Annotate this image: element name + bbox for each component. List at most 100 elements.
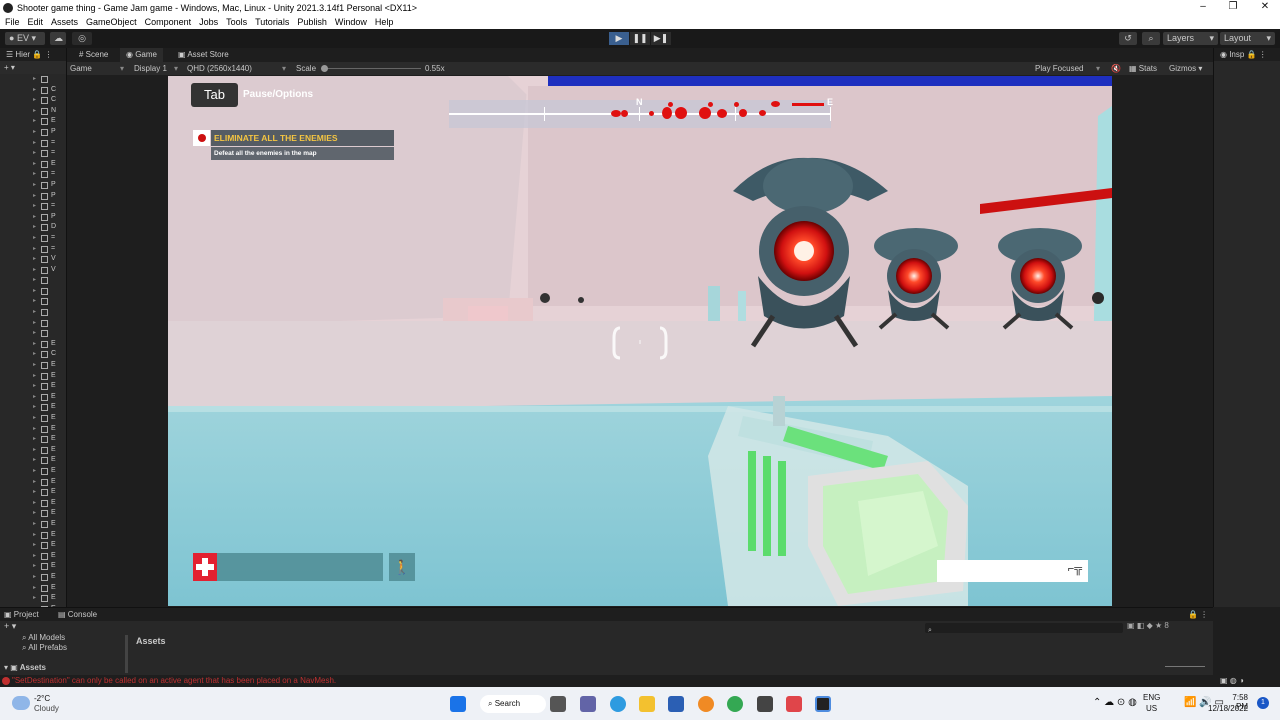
menu-component[interactable]: Component [145, 17, 192, 27]
hierarchy-row[interactable]: ▸ [0, 74, 66, 85]
hierarchy-row[interactable]: ▸E [0, 159, 66, 170]
layers-dropdown[interactable]: Layers ▾ [1163, 32, 1218, 45]
task-view-icon[interactable] [550, 696, 566, 712]
expand-arrow-icon[interactable]: ▸ [33, 318, 36, 328]
expand-arrow-icon[interactable]: ▸ [33, 233, 36, 243]
expand-arrow-icon[interactable]: ▸ [33, 349, 36, 359]
menu-gameobject[interactable]: GameObject [86, 17, 137, 27]
hierarchy-row[interactable]: ▸E [0, 455, 66, 466]
hierarchy-row[interactable]: ▸ D [0, 222, 66, 233]
unity-hub-icon[interactable] [757, 696, 773, 712]
menu-tools[interactable]: Tools [226, 17, 247, 27]
hierarchy-row[interactable]: ▸E [0, 487, 66, 498]
expand-arrow-icon[interactable]: ▸ [33, 455, 36, 465]
account-dropdown[interactable]: ● EV ▾ [5, 32, 45, 45]
unity-editor-icon[interactable] [815, 696, 831, 712]
console-status-bar[interactable]: "SetDestination" can only be called on a… [0, 675, 1280, 687]
expand-arrow-icon[interactable]: ▸ [33, 424, 36, 434]
hierarchy-row[interactable]: ▸E [0, 593, 66, 604]
expand-arrow-icon[interactable]: ▸ [33, 180, 36, 190]
icon-size-slider[interactable] [1165, 666, 1205, 667]
expand-arrow-icon[interactable]: ▸ [33, 530, 36, 540]
tab-asset-store[interactable]: ▣ Asset Store [172, 48, 235, 62]
expand-arrow-icon[interactable]: ▸ [33, 508, 36, 518]
notification-badge[interactable]: 1 [1257, 697, 1269, 709]
pause-button[interactable]: ❚❚ [630, 32, 650, 45]
hierarchy-row[interactable]: ▸ = [0, 169, 66, 180]
clock-date[interactable]: 12/18/2022 [1208, 704, 1248, 713]
assets-root-folder[interactable]: ▾ ▣ Assets [4, 663, 124, 672]
expand-arrow-icon[interactable]: ▸ [33, 328, 36, 338]
expand-arrow-icon[interactable]: ▸ [33, 265, 36, 275]
create-button[interactable]: + ▾ [4, 63, 15, 72]
hierarchy-row[interactable]: ▸ = [0, 138, 66, 149]
hierarchy-row[interactable]: ▸E [0, 466, 66, 477]
store-icon[interactable] [668, 696, 684, 712]
expand-arrow-icon[interactable]: ▸ [33, 551, 36, 561]
hierarchy-row[interactable]: ▸ = [0, 233, 66, 244]
menu-edit[interactable]: Edit [28, 17, 44, 27]
minimize-button[interactable]: – [1188, 0, 1218, 15]
expand-arrow-icon[interactable]: ▸ [33, 392, 36, 402]
play-focused-dropdown[interactable]: Play Focused [1035, 62, 1083, 75]
expand-arrow-icon[interactable]: ▸ [33, 106, 36, 116]
expand-arrow-icon[interactable]: ▸ [33, 159, 36, 169]
expand-arrow-icon[interactable]: ▸ [33, 244, 36, 254]
hierarchy-row[interactable]: ▸ N [0, 106, 66, 117]
cloud-icon[interactable]: ☁ [50, 32, 66, 45]
menu-file[interactable]: File [5, 17, 20, 27]
hierarchy-row[interactable]: ▸E [0, 572, 66, 583]
maximize-button[interactable]: ❐ [1218, 0, 1248, 15]
hierarchy-row[interactable]: ▸ [0, 307, 66, 318]
resolution-dropdown[interactable]: QHD (2560x1440) [187, 62, 252, 75]
hierarchy-row[interactable]: ▸ V [0, 254, 66, 265]
expand-arrow-icon[interactable]: ▸ [33, 445, 36, 455]
expand-arrow-icon[interactable]: ▸ [33, 254, 36, 264]
expand-arrow-icon[interactable]: ▸ [33, 402, 36, 412]
hierarchy-row[interactable]: ▸ P [0, 180, 66, 191]
hierarchy-row[interactable]: ▸E [0, 445, 66, 456]
hierarchy-row[interactable]: ▸ [0, 275, 66, 286]
expand-arrow-icon[interactable]: ▸ [33, 381, 36, 391]
hierarchy-row[interactable]: ▸E [0, 540, 66, 551]
expand-arrow-icon[interactable]: ▸ [33, 127, 36, 137]
close-button[interactable]: ✕ [1250, 0, 1280, 15]
expand-arrow-icon[interactable]: ▸ [33, 519, 36, 529]
step-button[interactable]: ▶❚ [651, 32, 671, 45]
scale-slider-handle[interactable] [321, 65, 328, 72]
expand-arrow-icon[interactable]: ▸ [33, 498, 36, 508]
hierarchy-row[interactable]: ▸ P [0, 191, 66, 202]
menu-jobs[interactable]: Jobs [199, 17, 218, 27]
tab-game[interactable]: ◉ Game [120, 48, 163, 62]
expand-arrow-icon[interactable]: ▸ [33, 561, 36, 571]
expand-arrow-icon[interactable]: ▸ [33, 138, 36, 148]
expand-arrow-icon[interactable]: ▸ [33, 339, 36, 349]
hierarchy-row[interactable]: ▸ P [0, 212, 66, 223]
favorite-all-models[interactable]: ⌕ All Models [22, 633, 65, 643]
expand-arrow-icon[interactable]: ▸ [33, 466, 36, 476]
expand-arrow-icon[interactable]: ▸ [33, 487, 36, 497]
hierarchy-row[interactable]: ▸E [0, 561, 66, 572]
hierarchy-row[interactable]: ▸ C [0, 85, 66, 96]
game-viewport[interactable]: Tab Pause/Options ELIMINATE ALL THE ENEM… [168, 76, 1112, 606]
inspector-tab[interactable]: ◉ Insp 🔒 ⋮ [1214, 48, 1280, 61]
teams-icon[interactable] [580, 696, 596, 712]
hierarchy-row[interactable]: ▸E [0, 434, 66, 445]
hierarchy-row[interactable]: ▸ = [0, 244, 66, 255]
weather-temp[interactable]: -2°C [34, 694, 50, 703]
hierarchy-row[interactable]: ▸E [0, 392, 66, 403]
expand-arrow-icon[interactable]: ▸ [33, 212, 36, 222]
hierarchy-row[interactable]: ▸ P [0, 127, 66, 138]
expand-arrow-icon[interactable]: ▸ [33, 286, 36, 296]
hierarchy-row[interactable]: ▸E [0, 360, 66, 371]
game-mode-dropdown[interactable]: Game [70, 62, 92, 75]
expand-arrow-icon[interactable]: ▸ [33, 169, 36, 179]
hierarchy-row[interactable]: ▸E [0, 498, 66, 509]
hierarchy-row[interactable]: ▸E [0, 530, 66, 541]
hierarchy-row[interactable]: ▸E [0, 116, 66, 127]
hierarchy-row[interactable]: ▸ = [0, 201, 66, 212]
hierarchy-row[interactable]: ▸E [0, 477, 66, 488]
menu-assets[interactable]: Assets [51, 17, 78, 27]
favorite-all-prefabs[interactable]: ⌕ All Prefabs [22, 643, 67, 653]
expand-arrow-icon[interactable]: ▸ [33, 74, 36, 84]
